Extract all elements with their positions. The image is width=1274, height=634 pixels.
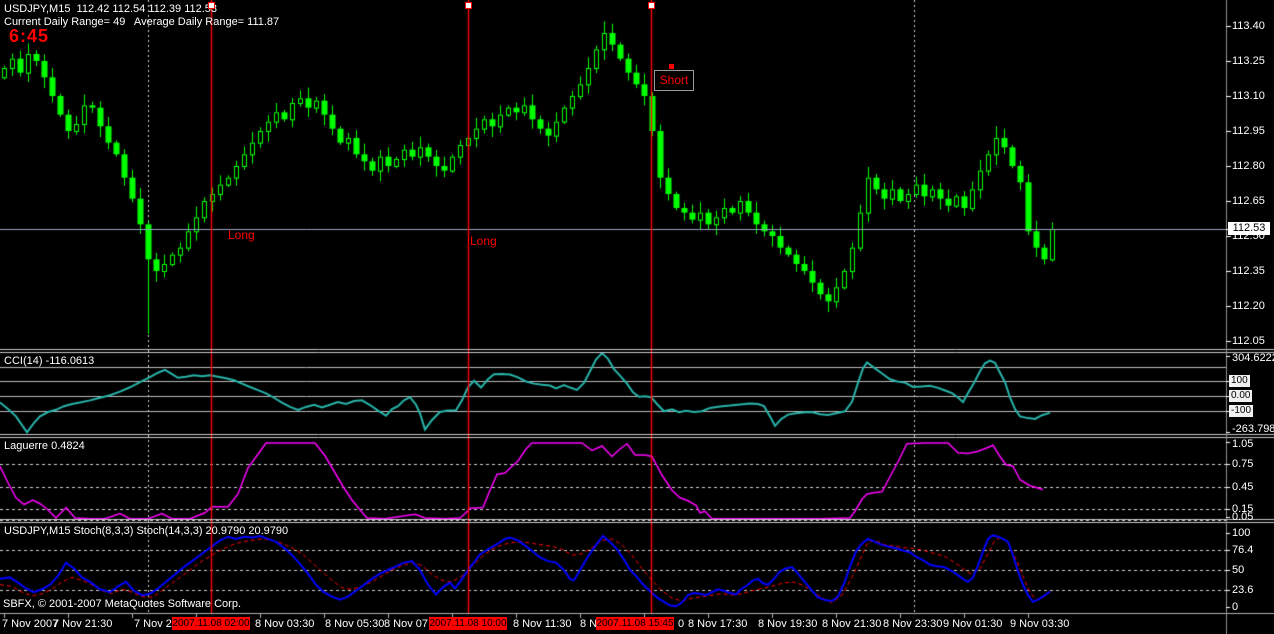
time-axis-label: 9 Nov 03:30 <box>1010 618 1069 630</box>
vline-date-chip: 2007.11.08 02:00 <box>172 617 250 630</box>
price-scale-label: 113.10 <box>1232 90 1265 102</box>
vline-date-chip: 2007.11.08 10:00 <box>429 617 507 630</box>
time-axis-label: 8 Nov 19:30 <box>758 618 817 630</box>
cci-scale-min: -263.798 <box>1232 423 1274 435</box>
stoch-scale-label: 100 <box>1232 527 1250 539</box>
price-scale-label: 112.35 <box>1232 265 1265 277</box>
cci-scale-max: 304.6222 <box>1232 352 1274 364</box>
time-axis-label: 9 Nov 01:30 <box>943 618 1002 630</box>
price-scale-label: 112.65 <box>1232 195 1265 207</box>
stoch-scale-label: 0 <box>1232 601 1238 613</box>
short-trade-label[interactable]: Short <box>654 70 694 91</box>
stoch-scale-label: 50 <box>1232 564 1244 576</box>
copyright-label: SBFX, © 2001-2007 MetaQuotes Software Co… <box>3 598 241 610</box>
price-scale-label: 112.95 <box>1232 125 1265 137</box>
mt4-chart-window: USDJPY,M15 112.42 112.54 112.39 112.53 C… <box>0 0 1274 634</box>
price-scale-label: 112.50 <box>1232 230 1265 242</box>
stoch-scale-label: 76.4 <box>1232 544 1253 556</box>
vline-handle[interactable] <box>648 2 655 9</box>
short-label-drag-handle[interactable] <box>669 64 674 69</box>
laguerre-panel-label: Laguerre 0.4824 <box>4 440 85 452</box>
price-scale-label: 113.40 <box>1232 20 1265 32</box>
long-trade-label[interactable]: Long <box>470 234 497 248</box>
laguerre-scale-label: 0.45 <box>1232 481 1253 493</box>
time-axis-label: 7 Nov 21:30 <box>53 618 112 630</box>
time-axis-label: 7 Nov 2007 <box>2 618 58 630</box>
vline-handle[interactable] <box>465 2 472 9</box>
time-axis-label: 8 Nov 23:30 <box>883 618 942 630</box>
stoch-panel-label: USDJPY,M15 Stoch(8,3,3) Stoch(14,3,3) 20… <box>4 525 288 537</box>
time-axis-label: 8 Nov 11:30 <box>513 618 572 630</box>
vline-date-chip: 2007.11.08 15:45 <box>596 617 674 630</box>
symbol-ohlc-label: USDJPY,M15 112.42 112.54 112.39 112.53 <box>4 3 217 15</box>
time-axis-label: 8 Nov 03:30 <box>255 618 314 630</box>
price-scale-label: 112.80 <box>1232 160 1265 172</box>
cci-panel-label: CCI(14) -116.0613 <box>4 355 94 367</box>
time-axis-label: 8 Nov 21:30 <box>822 618 881 630</box>
bar-countdown-clock: 6:45 <box>9 26 49 47</box>
chart-canvas[interactable] <box>0 0 1274 634</box>
time-axis-label: 8 Nov 05:30 <box>325 618 384 630</box>
price-scale-label: 112.20 <box>1232 300 1265 312</box>
cci-level-chip: 100 <box>1229 375 1250 387</box>
cci-level-chip: -100 <box>1229 405 1253 417</box>
laguerre-scale-label: 0.75 <box>1232 458 1253 470</box>
long-trade-label[interactable]: Long <box>228 228 255 242</box>
laguerre-scale-label: 1.05 <box>1232 438 1253 450</box>
cci-level-chip: 0.00 <box>1229 390 1252 402</box>
time-axis-label: 8 Nov 17:30 <box>688 618 747 630</box>
vline-handle[interactable] <box>208 2 215 9</box>
time-axis-label-fragment: 0 <box>678 618 684 630</box>
price-scale-label: 113.25 <box>1232 55 1265 67</box>
price-scale-label: 112.05 <box>1232 335 1265 347</box>
laguerre-scale-label: 0.05 <box>1232 511 1253 523</box>
stoch-scale-label: 23.6 <box>1232 584 1253 596</box>
